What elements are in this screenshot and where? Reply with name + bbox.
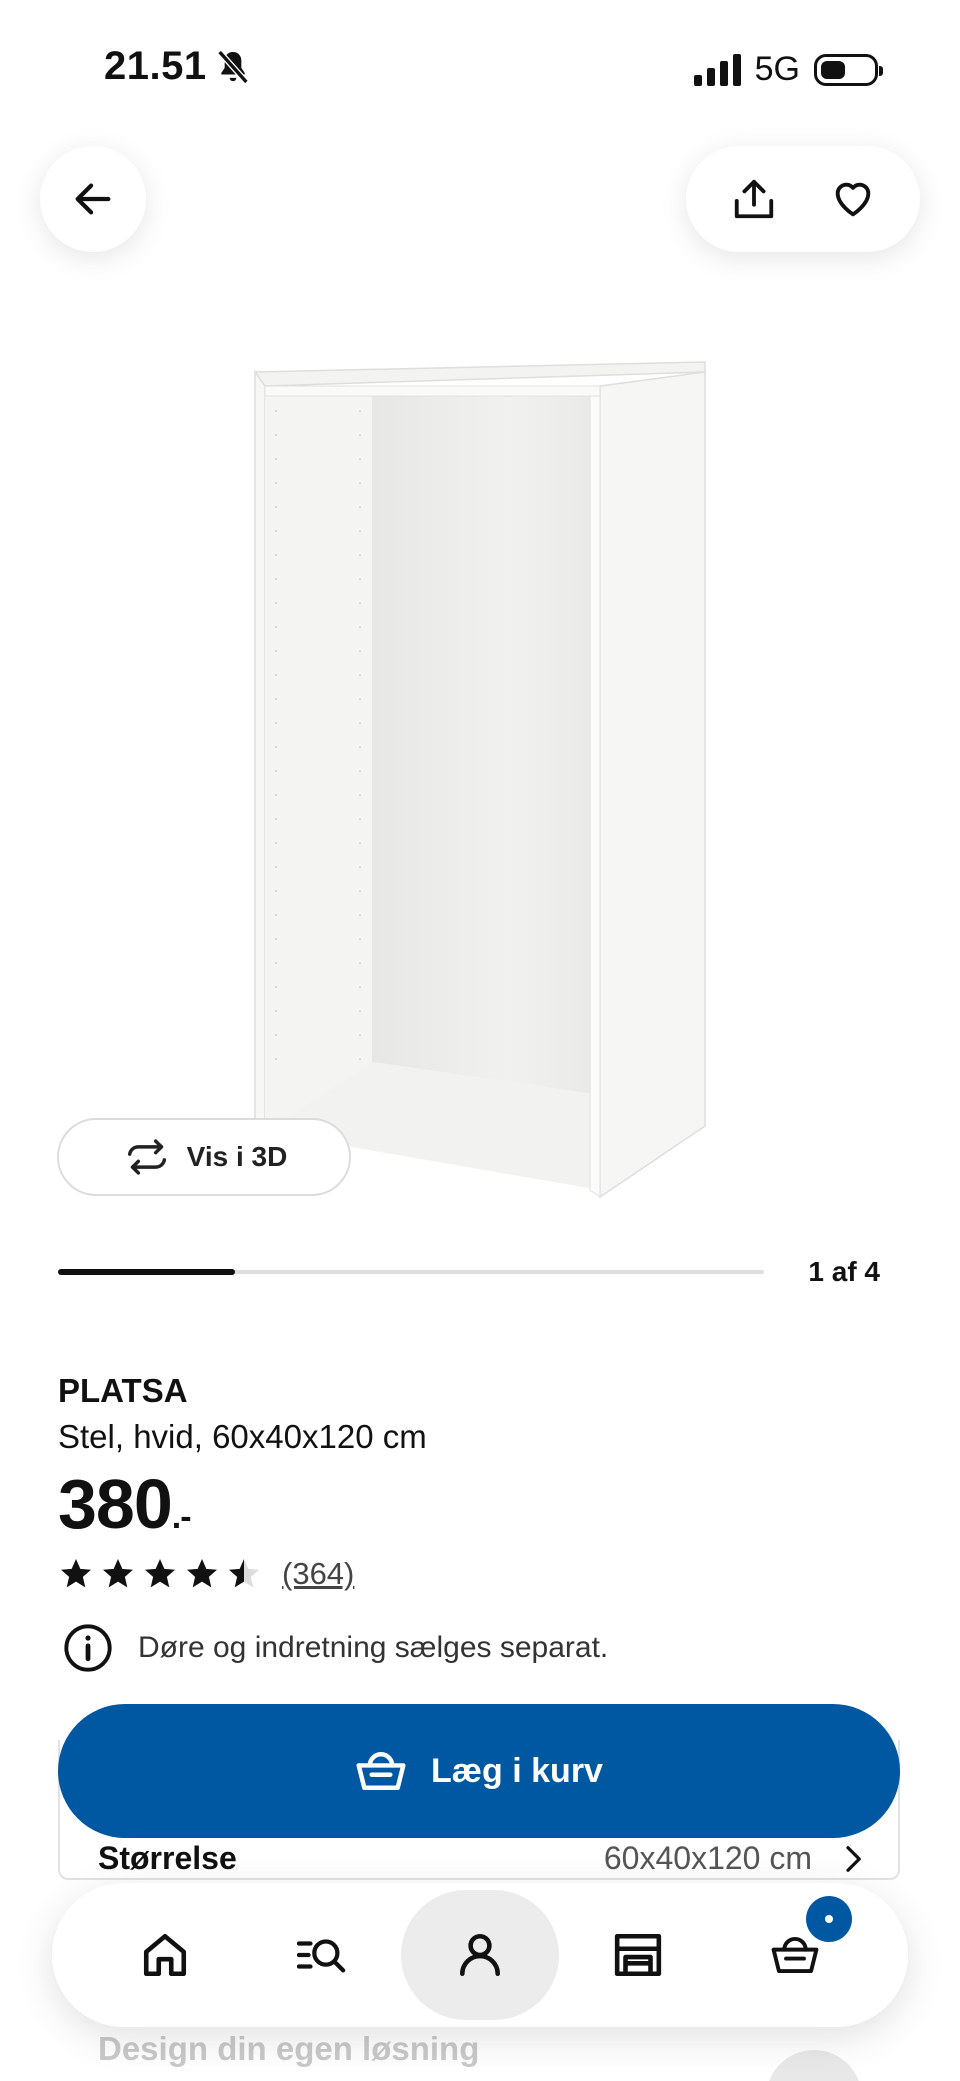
notice-text: Døre og indretning sælges separat. xyxy=(138,1631,609,1664)
profile-icon xyxy=(459,1933,500,1977)
view-3d-label: Vis i 3D xyxy=(186,1141,288,1172)
product-rating[interactable]: (364) xyxy=(58,1556,354,1592)
arrow-left-icon xyxy=(75,183,111,215)
status-indicators: 5G xyxy=(693,50,883,89)
network-label: 5G xyxy=(754,50,800,88)
product-description: Stel, hvid, 60x40x120 cm xyxy=(58,1418,427,1455)
status-time: 21.51 xyxy=(104,44,253,89)
design-own-solution-link[interactable]: Design din egen løsning xyxy=(98,2030,479,2068)
home-icon xyxy=(143,1933,186,1977)
nav-home[interactable] xyxy=(86,1890,244,2020)
battery-icon xyxy=(814,53,883,86)
rotate-3d-icon xyxy=(127,1139,166,1175)
share-icon[interactable] xyxy=(731,176,777,222)
header-actions xyxy=(686,146,920,252)
star-icon xyxy=(229,1559,259,1588)
store-icon xyxy=(614,1933,661,1977)
review-count-link[interactable]: (364) xyxy=(282,1556,354,1592)
size-selector[interactable]: Størrelse 60x40x120 cm xyxy=(98,1840,868,1877)
basket-icon xyxy=(771,1937,819,1974)
view-3d-button[interactable]: Vis i 3D xyxy=(57,1118,351,1196)
basket-icon xyxy=(356,1752,406,1790)
star-icon xyxy=(103,1559,133,1588)
chevron-right-icon xyxy=(846,1845,861,1872)
add-to-cart-label: Læg i kurv xyxy=(431,1751,603,1790)
status-time-text: 21.51 xyxy=(104,44,207,88)
nav-basket[interactable] xyxy=(716,1890,874,2020)
product-name: PLATSA xyxy=(58,1372,188,1409)
star-icon xyxy=(61,1559,91,1588)
price-suffix: .- xyxy=(171,1498,192,1536)
add-to-cart-button[interactable]: Læg i kurv xyxy=(58,1704,900,1838)
product-price: 380.- xyxy=(58,1464,192,1544)
gallery-position: 1 af 4 xyxy=(808,1256,880,1287)
bell-slash-icon xyxy=(217,49,249,84)
nav-search[interactable] xyxy=(244,1890,402,2020)
gallery-progress-fill xyxy=(58,1269,235,1275)
gallery-progress xyxy=(58,1269,764,1275)
cart-badge xyxy=(805,1896,852,1942)
back-button[interactable] xyxy=(40,146,146,252)
product-notice: Døre og indretning sælges separat. xyxy=(62,1622,608,1674)
size-value: 60x40x120 cm xyxy=(603,1840,812,1876)
scroll-top-button[interactable] xyxy=(766,2050,862,2081)
product-image[interactable] xyxy=(0,300,960,1230)
bottom-navigation xyxy=(52,1883,908,2027)
star-icon xyxy=(145,1559,175,1588)
star-icon xyxy=(187,1559,217,1588)
signal-icon xyxy=(693,53,741,86)
search-list-icon xyxy=(297,1939,346,1973)
price-value: 380 xyxy=(58,1465,173,1543)
nav-store[interactable] xyxy=(559,1890,717,2020)
nav-profile[interactable] xyxy=(401,1890,559,2020)
size-label: Størrelse xyxy=(98,1840,237,1876)
info-icon xyxy=(64,1624,112,1672)
heart-icon[interactable] xyxy=(830,176,876,222)
